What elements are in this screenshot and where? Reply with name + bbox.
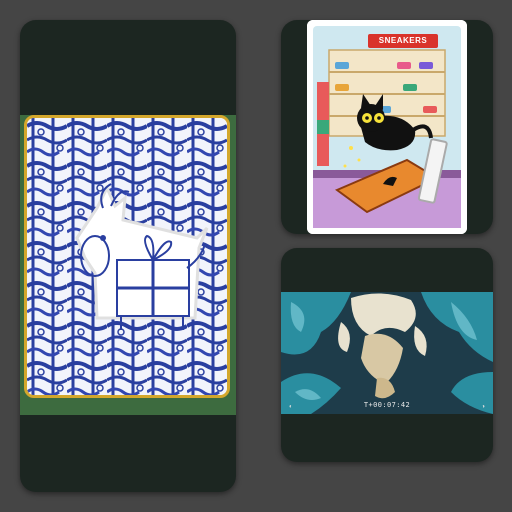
card-goat-tile[interactable]: [20, 20, 236, 492]
sneaker-shop-illustration: [307, 20, 467, 234]
sneakers-sign: SNEAKERS: [368, 34, 438, 48]
video-timecode: T+00:07:42: [363, 401, 411, 409]
card-video-tile[interactable]: ◐ ◑ T+00:07:42: [281, 248, 493, 462]
video-thumbnail: ◐ ◑ T+00:07:42: [281, 292, 493, 414]
sneaker-card-image: SNEAKERS: [307, 20, 467, 234]
goat-card-image: [20, 115, 236, 415]
goat-illustration: [27, 118, 227, 395]
goat-card-frame: [24, 115, 230, 398]
card-sneaker-tile[interactable]: SNEAKERS: [281, 20, 493, 234]
sculpture-image: [281, 292, 493, 414]
